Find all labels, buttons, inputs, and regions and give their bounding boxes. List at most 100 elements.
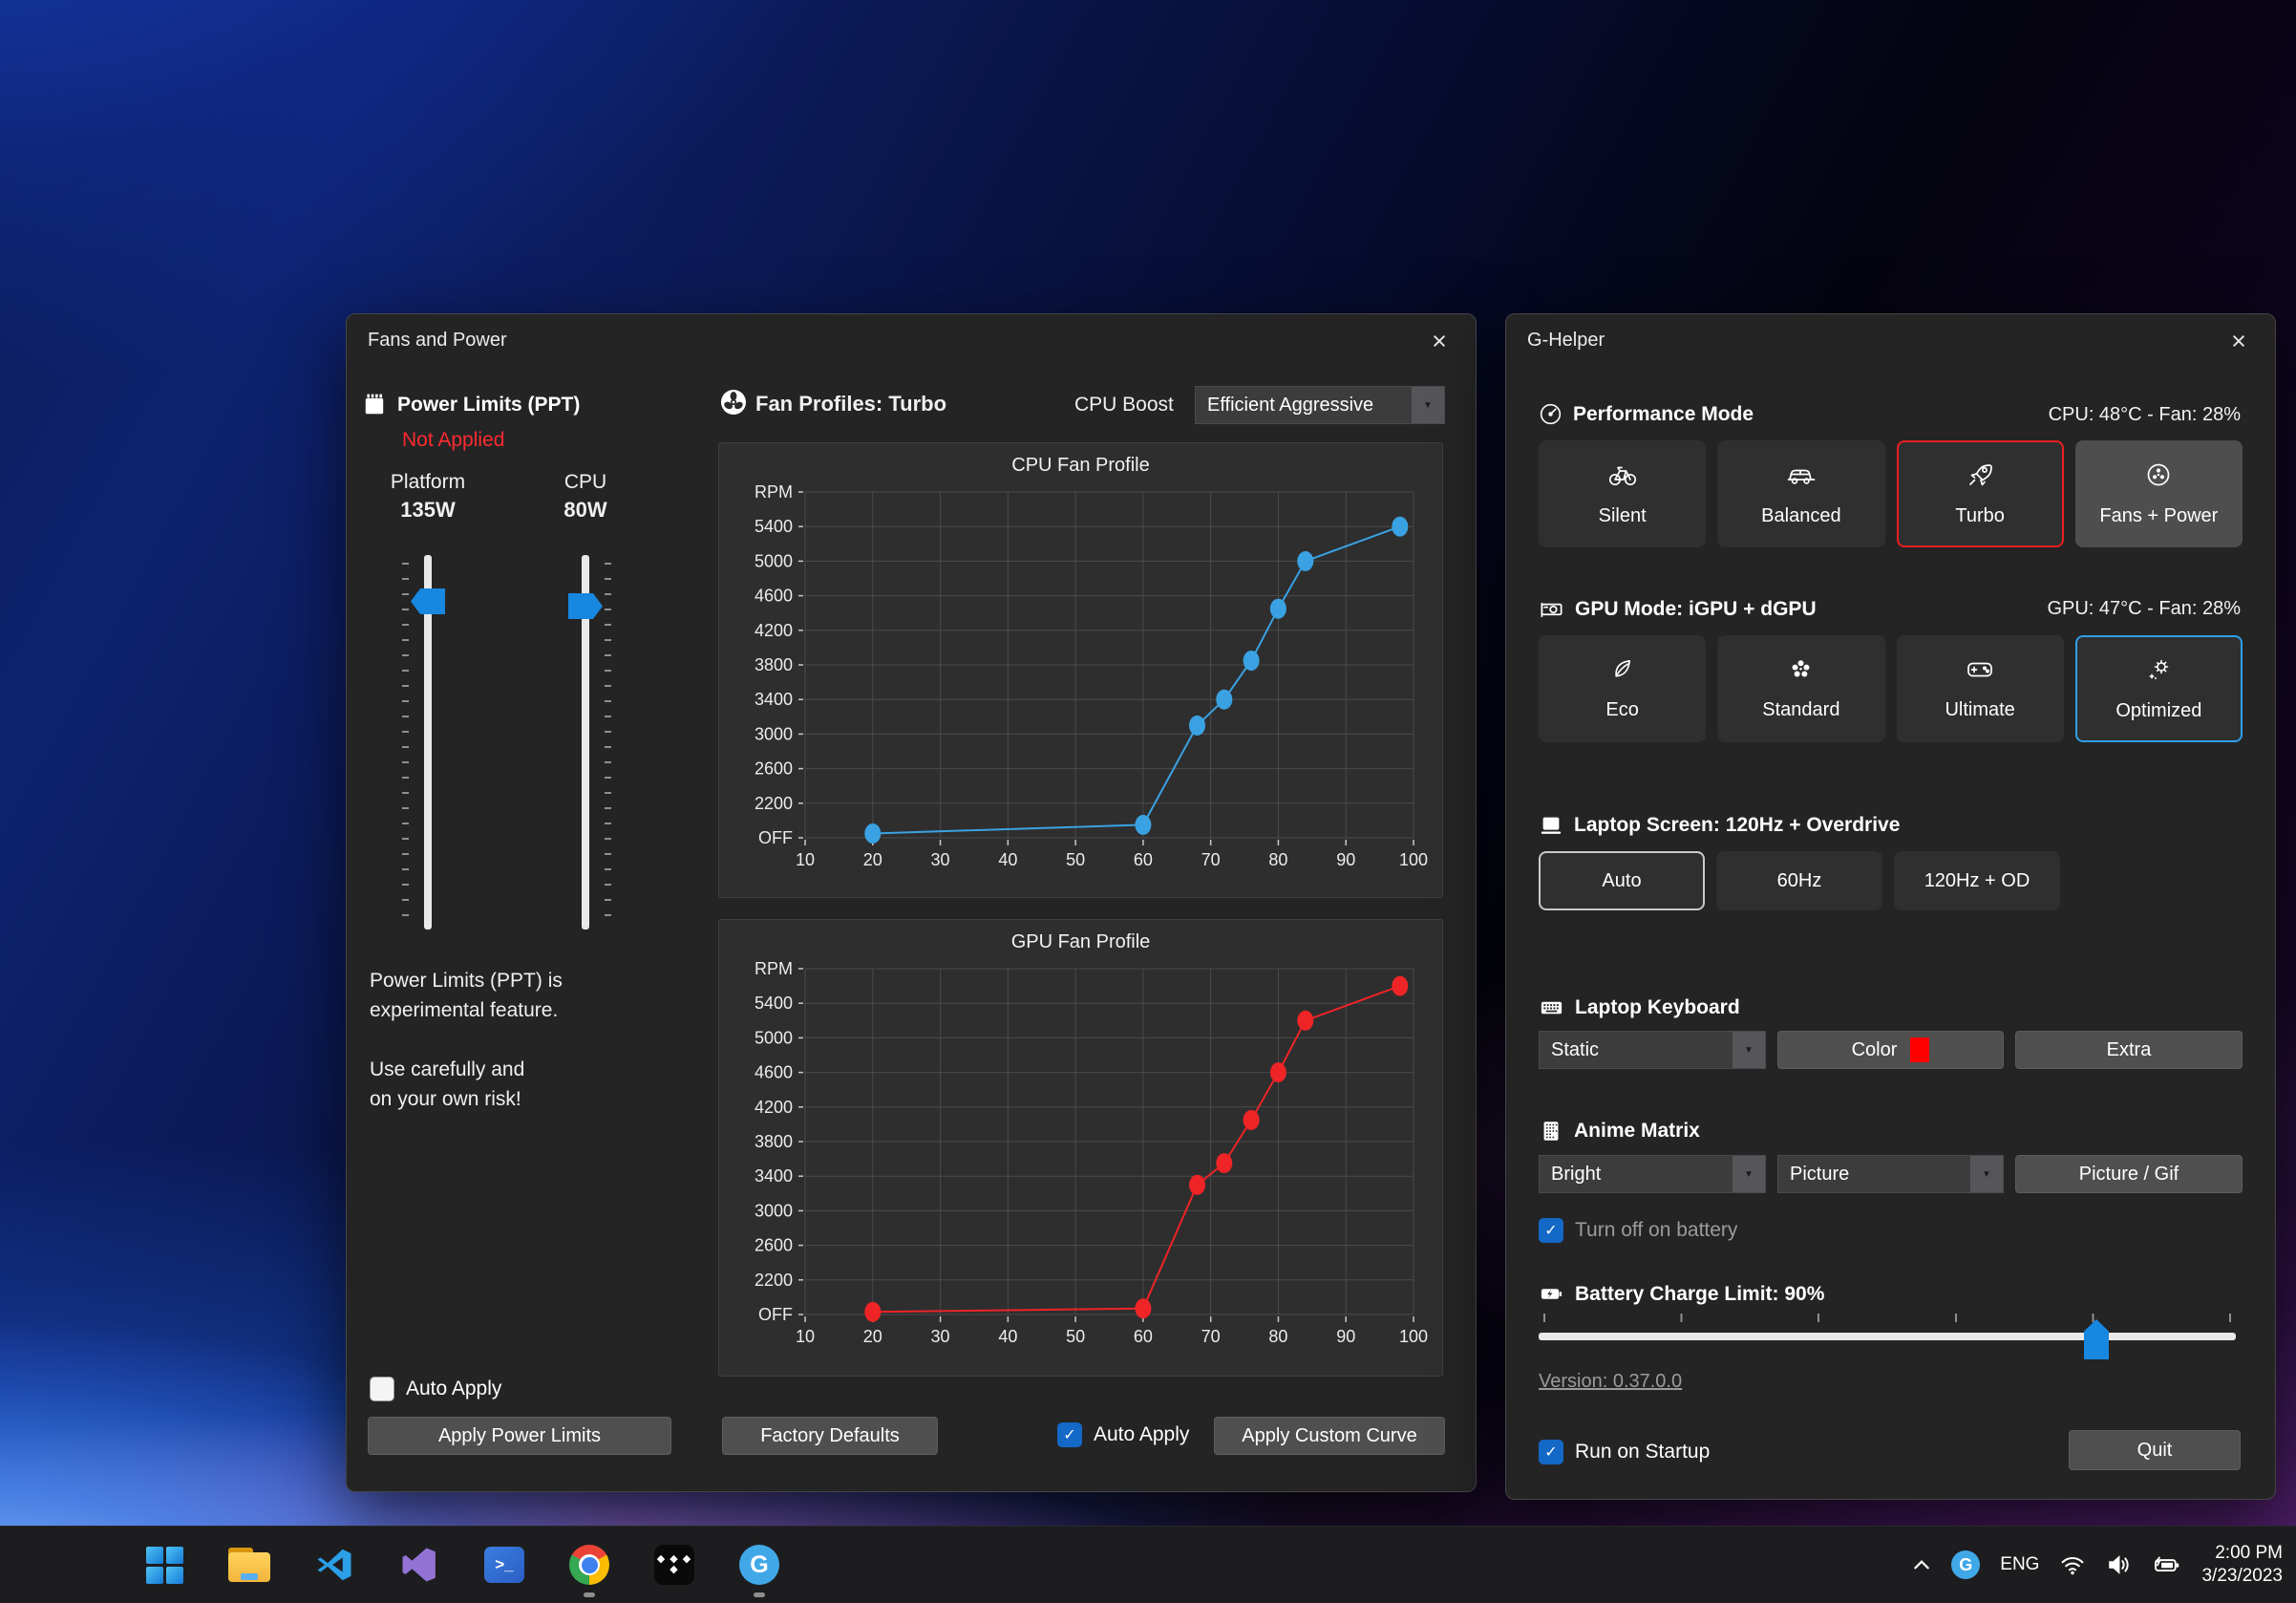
close-icon[interactable]: × <box>2222 324 2256 358</box>
svg-text:OFF: OFF <box>758 828 793 847</box>
slider-track[interactable] <box>1539 1333 2236 1340</box>
ghelper-titlebar[interactable]: G-Helper × <box>1506 314 2275 368</box>
taskbar: >_ ◆ ◆ ◆◆ G G ENG <box>0 1526 2296 1603</box>
tray-clock[interactable]: 2:00 PM 3/23/2023 <box>2201 1542 2283 1588</box>
cpu-power-slider[interactable] <box>557 555 614 930</box>
svg-text:2200: 2200 <box>755 1271 793 1290</box>
svg-text:4600: 4600 <box>755 587 793 606</box>
chevron-down-icon[interactable]: ▼ <box>1733 1156 1765 1192</box>
close-icon[interactable]: × <box>1422 324 1456 358</box>
quit-button[interactable]: Quit <box>2069 1430 2241 1470</box>
taskbar-icon-tidal[interactable]: ◆ ◆ ◆◆ <box>644 1530 705 1599</box>
run-on-startup-checkbox[interactable] <box>1539 1440 1563 1464</box>
performance-mode-header: Performance Mode <box>1539 402 1754 426</box>
taskbar-icon-file-explorer[interactable] <box>219 1530 280 1599</box>
mode-button-label: Turbo <box>1955 505 2005 527</box>
optimize-icon <box>2145 656 2172 689</box>
auto-apply-checkbox[interactable] <box>1057 1422 1082 1447</box>
mode-button-label: Silent <box>1599 505 1647 527</box>
version-link[interactable]: Version: 0.37.0.0 <box>1539 1371 1682 1393</box>
keyboard-mode-dropdown[interactable]: Static ▼ <box>1539 1031 1766 1069</box>
auto-apply-label: Auto Apply <box>1094 1423 1189 1446</box>
mode-button-fans-power[interactable]: Fans + Power <box>2075 440 2243 547</box>
cpu-boost-dropdown[interactable]: Efficient Aggressive ▼ <box>1195 386 1445 424</box>
mode-button-label: Fans + Power <box>2099 505 2218 527</box>
chevron-down-icon[interactable]: ▼ <box>1733 1032 1765 1068</box>
battery-tray-icon[interactable] <box>2153 1553 2181 1576</box>
tray-language[interactable]: ENG <box>2000 1554 2039 1575</box>
svg-text:60: 60 <box>1134 850 1153 869</box>
cpu-fan-chart-panel[interactable]: CPU Fan Profile RPM540050004600420038003… <box>718 442 1443 898</box>
gamepad-icon <box>1966 656 1994 688</box>
fans-window-titlebar[interactable]: Fans and Power × <box>347 314 1476 368</box>
visual-studio-icon <box>400 1546 438 1584</box>
cpu-fan-chart[interactable]: RPM540050004600420038003400300026002200O… <box>719 479 1442 892</box>
screen-button-auto[interactable]: Auto <box>1539 851 1705 910</box>
taskbar-icon-powershell[interactable]: >_ <box>474 1530 535 1599</box>
mode-button-balanced[interactable]: Balanced <box>1717 440 1884 547</box>
keyboard-extra-button[interactable]: Extra <box>2015 1031 2243 1069</box>
factory-defaults-button[interactable]: Factory Defaults <box>722 1417 938 1455</box>
keyboard-mode-value: Static <box>1551 1039 1599 1061</box>
gpu-button-ultimate[interactable]: Ultimate <box>1897 635 2064 742</box>
gpu-button-optimized[interactable]: Optimized <box>2075 635 2243 742</box>
leaf-icon <box>1609 656 1635 688</box>
svg-text:30: 30 <box>931 1327 950 1346</box>
wifi-icon[interactable] <box>2059 1553 2086 1576</box>
gpu-fan-chart-panel[interactable]: GPU Fan Profile RPM540050004600420038003… <box>718 919 1443 1377</box>
matrix-brightness-dropdown[interactable]: Bright ▼ <box>1539 1155 1766 1193</box>
cpu-slider-thumb[interactable] <box>568 593 603 619</box>
keyboard-controls-row: Static ▼ Color Extra <box>1539 1031 2243 1069</box>
gpu-button-eco[interactable]: Eco <box>1539 635 1706 742</box>
mode-button-turbo[interactable]: Turbo <box>1897 440 2064 547</box>
gpu-chart-title: GPU Fan Profile <box>719 931 1442 953</box>
svg-text:3800: 3800 <box>755 655 793 674</box>
svg-text:4600: 4600 <box>755 1063 793 1082</box>
mode-button-label: Eco <box>1605 699 1638 721</box>
desktop-wallpaper: Fans and Power × Power Limits (PPT) Not … <box>0 0 2296 1603</box>
taskbar-icon-chrome[interactable] <box>559 1530 620 1599</box>
screen-button-120hz-od[interactable]: 120Hz + OD <box>1894 851 2060 910</box>
auto-apply-checkbox[interactable] <box>370 1377 394 1401</box>
battery-limit-slider[interactable] <box>1539 1312 2236 1369</box>
tray-chevron-up-icon[interactable] <box>1912 1558 1931 1571</box>
run-on-startup-label: Run on Startup <box>1575 1441 1710 1464</box>
battery-slider-thumb[interactable] <box>2084 1319 2109 1359</box>
svg-text:2200: 2200 <box>755 794 793 813</box>
svg-text:3400: 3400 <box>755 1166 793 1186</box>
screen-button-60hz[interactable]: 60Hz <box>1716 851 1882 910</box>
apply-custom-curve-button[interactable]: Apply Custom Curve <box>1214 1417 1445 1455</box>
auto-apply-label: Auto Apply <box>406 1378 501 1400</box>
cpu-label: CPU <box>523 471 648 494</box>
taskbar-icon-ghelper[interactable]: G <box>729 1530 790 1599</box>
platform-power-slider[interactable] <box>399 555 457 930</box>
matrix-mode-dropdown[interactable]: Picture ▼ <box>1777 1155 2004 1193</box>
platform-slider-thumb[interactable] <box>411 588 445 614</box>
apply-power-limits-button[interactable]: Apply Power Limits <box>368 1417 671 1455</box>
tray-time: 2:00 PM <box>2201 1542 2283 1565</box>
start-button[interactable] <box>134 1530 195 1599</box>
battery-limit-title: Battery Charge Limit: 90% <box>1575 1283 1824 1306</box>
mode-button-label: Ultimate <box>1945 699 2014 721</box>
power-auto-apply-row: Auto Apply <box>370 1377 501 1401</box>
svg-text:20: 20 <box>863 850 882 869</box>
tray-date: 3/23/2023 <box>2201 1565 2283 1588</box>
taskbar-icon-visual-studio[interactable] <box>389 1530 450 1599</box>
volume-icon[interactable] <box>2106 1553 2133 1576</box>
chrome-icon <box>569 1545 609 1585</box>
chevron-down-icon[interactable]: ▼ <box>1970 1156 2003 1192</box>
gpu-button-standard[interactable]: Standard <box>1717 635 1884 742</box>
picture-gif-button[interactable]: Picture / Gif <box>2015 1155 2243 1193</box>
turn-off-battery-checkbox[interactable] <box>1539 1218 1563 1243</box>
gpu-fan-chart[interactable]: RPM540050004600420038003400300026002200O… <box>719 955 1442 1369</box>
fans-power-window: Fans and Power × Power Limits (PPT) Not … <box>346 313 1477 1492</box>
fan-icon <box>2145 461 2172 494</box>
keyboard-color-button[interactable]: Color <box>1777 1031 2004 1069</box>
svg-text:50: 50 <box>1066 1327 1085 1346</box>
gpu-card-icon <box>1539 596 1564 622</box>
mode-button-silent[interactable]: Silent <box>1539 440 1706 547</box>
taskbar-icon-vscode[interactable] <box>304 1530 365 1599</box>
chevron-down-icon[interactable]: ▼ <box>1412 387 1444 423</box>
tray-ghelper-icon[interactable]: G <box>1951 1550 1980 1579</box>
svg-text:100: 100 <box>1399 1327 1428 1346</box>
